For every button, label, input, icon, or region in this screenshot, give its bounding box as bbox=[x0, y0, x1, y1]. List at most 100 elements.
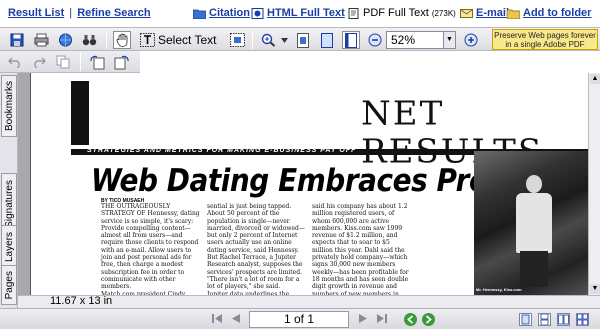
binoculars-icon bbox=[82, 35, 96, 46]
email-document-button[interactable] bbox=[56, 31, 74, 49]
scroll-up-arrow[interactable]: ▲ bbox=[590, 74, 600, 84]
rotate-counterclockwise-button[interactable] bbox=[112, 53, 130, 71]
continuous-facing-icon bbox=[577, 313, 588, 326]
copy-icon bbox=[56, 55, 70, 69]
select-text-label[interactable]: Select Text bbox=[158, 33, 216, 47]
minus-circle-icon bbox=[368, 33, 382, 47]
rotate-page-icon bbox=[89, 55, 104, 69]
print-button[interactable] bbox=[32, 31, 50, 49]
next-view-button[interactable] bbox=[422, 313, 435, 326]
strapline: STRATEGIES AND METRICS FOR MAKING E-BUSI… bbox=[87, 147, 357, 154]
citation-item[interactable]: Citation bbox=[193, 7, 250, 19]
undo-icon bbox=[8, 57, 20, 68]
tab-pages[interactable]: Pages bbox=[1, 265, 17, 305]
article-column-2: sential is just being tapped. About 50 p… bbox=[207, 203, 305, 295]
actual-size-button[interactable] bbox=[294, 31, 312, 49]
email-icon bbox=[460, 8, 473, 18]
refine-search-link[interactable]: Refine Search bbox=[77, 7, 150, 19]
zoom-in-button[interactable] bbox=[462, 31, 480, 49]
add-folder-icon bbox=[507, 9, 520, 19]
continuous-facing-layout-button[interactable] bbox=[576, 313, 589, 326]
masthead-bar bbox=[71, 81, 89, 145]
rotate-clockwise-button[interactable] bbox=[88, 53, 106, 71]
tab-label: Bookmarks bbox=[3, 80, 15, 131]
photo-caption: Mr. Hennessy, Kiss.com bbox=[476, 287, 522, 292]
scroll-down-arrow[interactable]: ▼ bbox=[590, 284, 600, 294]
article-photo: Mr. Hennessy, Kiss.com bbox=[474, 151, 588, 295]
hand-icon bbox=[116, 33, 127, 47]
result-list-link[interactable]: Result List bbox=[8, 7, 64, 19]
zoom-dropdown-button[interactable]: ▼ bbox=[443, 32, 455, 48]
undo-button[interactable] bbox=[6, 53, 24, 71]
facing-layout-button[interactable] bbox=[557, 313, 570, 326]
fit-page-button[interactable] bbox=[318, 31, 336, 49]
chevron-down-icon bbox=[280, 37, 288, 43]
page-number-field[interactable]: 1 of 1 bbox=[249, 311, 349, 328]
pdf-page: NET RESULTS STRATEGIES AND METRICS FOR M… bbox=[30, 73, 588, 295]
forward-arrow-icon bbox=[425, 315, 432, 324]
pdf-full-text-label[interactable]: PDF Full Text bbox=[363, 7, 429, 19]
article-headline: Web Dating Embraces Profits bbox=[91, 163, 538, 199]
text-select-icon bbox=[139, 33, 155, 47]
rotate-page-icon bbox=[114, 55, 129, 69]
last-page-button[interactable] bbox=[375, 313, 389, 327]
previous-page-icon bbox=[232, 314, 240, 323]
email-link[interactable]: E-mail bbox=[476, 7, 509, 19]
snapshot-icon bbox=[229, 33, 245, 47]
page-size-readout: 11.67 x 13 in bbox=[50, 295, 113, 307]
toolbar-filler bbox=[140, 51, 600, 73]
pdf-full-text-item[interactable]: PDF Full Text (273K) bbox=[347, 7, 456, 19]
save-icon bbox=[10, 33, 24, 47]
preserve-web-pages-banner[interactable]: Preserve Web pages forever in a single A… bbox=[492, 29, 598, 50]
email-item[interactable]: E-mail bbox=[460, 7, 509, 19]
back-arrow-icon bbox=[407, 315, 414, 324]
previous-page-button[interactable] bbox=[229, 313, 243, 327]
single-page-layout-button[interactable] bbox=[519, 313, 532, 326]
zoom-level-field[interactable]: 52% ▼ bbox=[386, 31, 456, 49]
select-text-tool-button[interactable] bbox=[138, 31, 156, 49]
zoom-out-button[interactable] bbox=[366, 31, 384, 49]
next-page-button[interactable] bbox=[356, 313, 370, 327]
actual-size-page-icon bbox=[297, 32, 309, 48]
zoom-tool-button[interactable] bbox=[259, 31, 277, 49]
copy-button[interactable] bbox=[54, 53, 72, 71]
citation-link[interactable]: Citation bbox=[209, 7, 250, 19]
zoom-menu-button[interactable] bbox=[279, 31, 289, 49]
add-to-folder-link[interactable]: Add to folder bbox=[523, 7, 591, 19]
article-column-1: THE OUTRAGEOUSLY STRATEGY OF Hennessy, d… bbox=[101, 203, 200, 295]
save-button[interactable] bbox=[8, 31, 26, 49]
page-navigation-bar: 1 of 1 bbox=[0, 308, 600, 329]
magnifier-plus-icon bbox=[261, 33, 275, 47]
redo-icon bbox=[34, 57, 46, 68]
html-full-text-item[interactable]: HTML Full Text bbox=[251, 7, 345, 19]
snapshot-tool-button[interactable] bbox=[228, 31, 246, 49]
pdf-document-icon bbox=[348, 7, 359, 19]
secondary-toolbar bbox=[0, 51, 140, 73]
tab-bookmarks[interactable]: Bookmarks bbox=[1, 75, 17, 137]
continuous-layout-button[interactable] bbox=[538, 313, 551, 326]
redo-button[interactable] bbox=[30, 53, 48, 71]
tab-label: Signatures bbox=[3, 180, 15, 228]
navigation-tabs: Bookmarks Signatures Layers Pages bbox=[0, 73, 18, 308]
zoom-level-value: 52% bbox=[391, 33, 416, 47]
single-page-icon bbox=[521, 314, 530, 325]
tab-layers[interactable]: Layers bbox=[1, 225, 17, 269]
add-to-folder-item[interactable]: Add to folder bbox=[507, 7, 591, 19]
next-page-icon bbox=[359, 314, 367, 323]
first-page-icon bbox=[212, 314, 222, 323]
html-full-text-link[interactable]: HTML Full Text bbox=[267, 7, 345, 19]
search-nav-links: Result List | Refine Search bbox=[8, 7, 151, 19]
find-button[interactable] bbox=[80, 31, 98, 49]
vertical-scrollbar[interactable]: ▲ ▼ bbox=[588, 73, 600, 295]
last-page-icon bbox=[377, 314, 387, 323]
hand-tool-button[interactable] bbox=[113, 31, 131, 49]
link-separator: | bbox=[69, 7, 73, 19]
document-viewport[interactable]: NET RESULTS STRATEGIES AND METRICS FOR M… bbox=[18, 73, 588, 295]
previous-view-button[interactable] bbox=[404, 313, 417, 326]
html-document-icon bbox=[251, 7, 264, 19]
link-bar: Result List | Refine Search Citation HTM… bbox=[0, 0, 600, 27]
fit-width-icon bbox=[345, 32, 357, 48]
first-page-button[interactable] bbox=[210, 313, 224, 327]
toolbar-divider bbox=[106, 31, 107, 49]
fit-width-button[interactable] bbox=[342, 31, 360, 49]
